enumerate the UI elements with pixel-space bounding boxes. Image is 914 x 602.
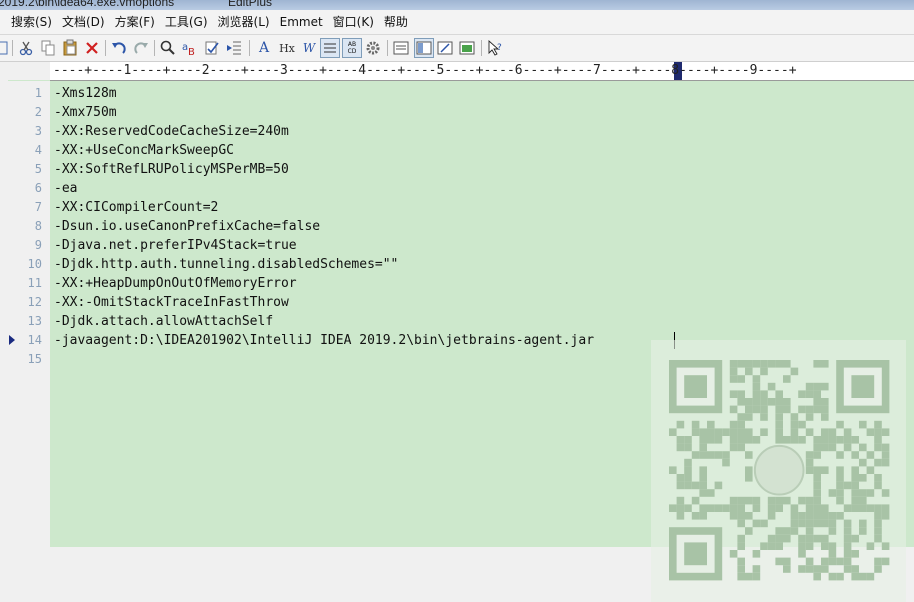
line-number: 9 bbox=[34, 238, 42, 252]
delete-icon[interactable] bbox=[83, 39, 101, 57]
line-number: 7 bbox=[34, 200, 42, 214]
undo-icon[interactable] bbox=[110, 39, 128, 57]
menu-tools[interactable]: 工具(G) bbox=[160, 10, 213, 34]
redo-icon[interactable] bbox=[132, 39, 150, 57]
code-line[interactable]: -XX:ReservedCodeCacheSize=240m bbox=[54, 122, 289, 141]
paste-icon[interactable] bbox=[61, 39, 79, 57]
goto-line-icon[interactable] bbox=[225, 39, 243, 57]
line-number: 6 bbox=[34, 181, 42, 195]
menu-emmet[interactable]: Emmet bbox=[275, 10, 328, 34]
code-line[interactable]: -ea bbox=[54, 179, 77, 198]
spellcheck-icon[interactable] bbox=[203, 39, 221, 57]
menu-document[interactable]: 文档(D) bbox=[57, 10, 110, 34]
code-line[interactable]: -XX:-OmitStackTraceInFastThrow bbox=[54, 293, 289, 312]
app-name: EditPlus bbox=[228, 0, 273, 9]
code-line[interactable]: -XX:+HeapDumpOnOutOfMemoryError bbox=[54, 274, 297, 293]
menu-bar: 搜索(S) 文档(D) 方案(F) 工具(G) 浏览器(L) Emmet 窗口(… bbox=[0, 10, 914, 35]
menu-window[interactable]: 窗口(K) bbox=[328, 10, 379, 34]
hex-view-icon[interactable]: Hx bbox=[277, 39, 297, 57]
code-line[interactable]: -Xms128m bbox=[54, 84, 117, 103]
line-number: 10 bbox=[27, 257, 42, 271]
current-line-marker-icon bbox=[9, 335, 15, 345]
settings-gear-icon[interactable] bbox=[364, 39, 382, 57]
column-ruler: ----+----1----+----2----+----3----+----4… bbox=[50, 62, 914, 81]
window-title: 2019.2\bin\idea64.exe.vmoptions bbox=[0, 0, 175, 9]
editor-left-border bbox=[0, 62, 8, 547]
toolbar: aB A Hx W AB CD ? bbox=[0, 35, 914, 62]
code-line[interactable]: -XX:SoftRefLRUPolicyMSPerMB=50 bbox=[54, 160, 289, 179]
directory-window-icon[interactable] bbox=[414, 38, 434, 58]
menu-browser[interactable]: 浏览器(L) bbox=[213, 10, 275, 34]
ruler-toggle-icon[interactable] bbox=[320, 38, 340, 58]
cliptext-icon[interactable] bbox=[436, 39, 454, 57]
code-line[interactable]: -Dsun.io.useCanonPrefixCache=false bbox=[54, 217, 320, 236]
view-list-icon[interactable] bbox=[392, 39, 410, 57]
line-number-gutter[interactable]: 1 2 3 4 5 6 7 8 9 10 11 12 13 14 15 bbox=[8, 81, 50, 547]
copy-icon[interactable] bbox=[39, 39, 57, 57]
line-number: 5 bbox=[34, 162, 42, 176]
line-number: 8 bbox=[34, 219, 42, 233]
code-line[interactable]: -Xmx750m bbox=[54, 103, 117, 122]
menu-search[interactable]: 搜索(S) bbox=[6, 10, 57, 34]
code-line[interactable]: -javaagent:D:\IDEA201902\IntelliJ IDEA 2… bbox=[54, 331, 594, 350]
menu-project[interactable]: 方案(F) bbox=[110, 10, 160, 34]
svg-text:?: ? bbox=[497, 43, 502, 53]
code-line[interactable]: -XX:CICompilerCount=2 bbox=[54, 198, 218, 217]
column-select-icon[interactable]: AB CD bbox=[342, 38, 362, 58]
word-wrap-icon[interactable]: W bbox=[300, 39, 318, 57]
find-icon[interactable] bbox=[159, 39, 177, 57]
qr-code-overlay bbox=[651, 340, 906, 602]
line-number: 13 bbox=[27, 314, 42, 328]
qr-code-image bbox=[669, 360, 890, 581]
line-number: 1 bbox=[34, 86, 42, 100]
menu-help[interactable]: 帮助 bbox=[379, 10, 413, 34]
line-number: 11 bbox=[27, 276, 42, 290]
line-number: 2 bbox=[34, 105, 42, 119]
title-bar: 2019.2\bin\idea64.exe.vmoptions EditPlus bbox=[0, 0, 914, 10]
code-line[interactable]: -Djava.net.preferIPv4Stack=true bbox=[54, 236, 297, 255]
ruler-corner bbox=[8, 62, 50, 80]
replace-icon[interactable]: aB bbox=[181, 39, 199, 58]
help-icon[interactable]: ? bbox=[486, 39, 504, 57]
svg-text:B: B bbox=[188, 47, 195, 57]
code-line[interactable]: -Djdk.http.auth.tunneling.disabledScheme… bbox=[54, 255, 398, 274]
output-window-icon[interactable] bbox=[458, 39, 476, 57]
code-line[interactable]: -Djdk.attach.allowAttachSelf bbox=[54, 312, 273, 331]
line-number: 4 bbox=[34, 143, 42, 157]
partial-toolbar-icon[interactable] bbox=[0, 39, 10, 57]
cut-icon[interactable] bbox=[17, 39, 35, 57]
code-line[interactable]: -XX:+UseConcMarkSweepGC bbox=[54, 141, 234, 160]
line-number: 12 bbox=[27, 295, 42, 309]
editor-area[interactable]: ----+----1----+----2----+----3----+----4… bbox=[0, 62, 914, 602]
font-icon[interactable]: A bbox=[255, 39, 273, 57]
line-number: 3 bbox=[34, 124, 42, 138]
ruler-scale: ----+----1----+----2----+----3----+----4… bbox=[53, 63, 797, 78]
line-number: 15 bbox=[27, 352, 42, 366]
